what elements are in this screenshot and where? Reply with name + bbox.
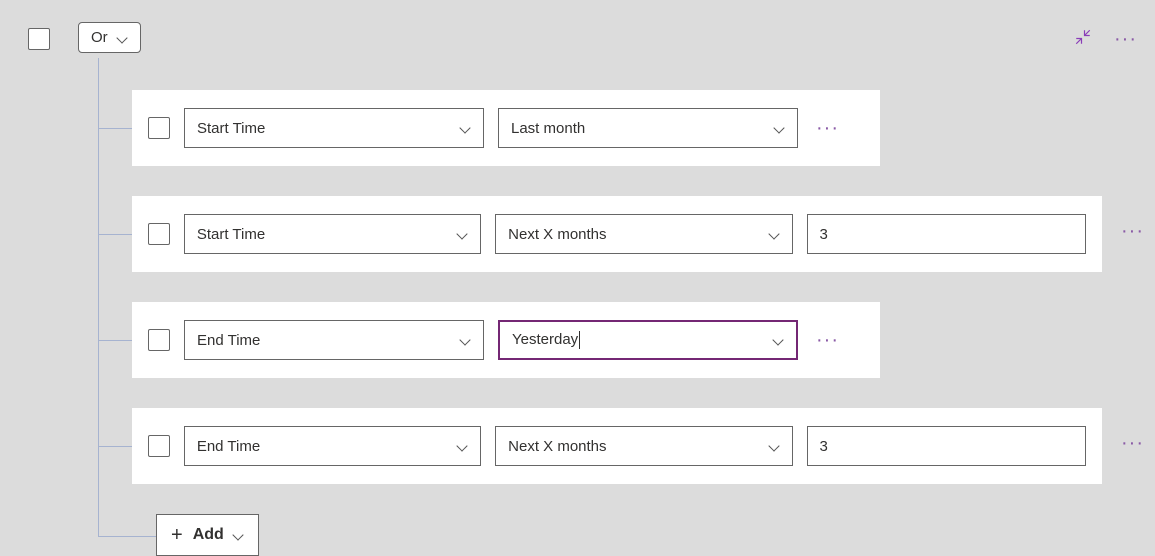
filter-row: Start TimeNext X months··· [98,196,1102,272]
chevron-down-icon [774,335,784,345]
operator-dropdown-label: Next X months [508,226,606,243]
filter-row: Start Time Last month ··· [98,90,1102,166]
row-more-icon[interactable]: ··· [812,123,843,133]
plus-icon: + [171,525,183,545]
filter-row: End TimeNext X months··· [98,408,1102,484]
chevron-down-icon [775,123,785,133]
root-checkbox[interactable] [28,28,50,50]
filter-card: End Time Yesterday ··· [132,302,880,378]
tree-connector-horizontal [98,234,132,235]
row-checkbox[interactable] [148,435,170,457]
row-more-icon[interactable]: ··· [1117,438,1148,448]
add-button-label: Add [193,526,224,544]
filter-card: End Time Next X months [132,408,1102,484]
chevron-down-icon [234,530,244,540]
operator-dropdown[interactable]: Last month [498,108,798,148]
field-dropdown[interactable]: Start Time [184,214,481,254]
chevron-down-icon [770,441,780,451]
field-dropdown-label: End Time [197,438,260,455]
text-cursor [579,331,580,349]
row-more-icon[interactable]: ··· [1117,226,1148,236]
root-more-icon[interactable]: ··· [1114,34,1137,44]
tree-connector-horizontal [98,536,156,537]
row-checkbox[interactable] [148,329,170,351]
chevron-down-icon [118,33,128,43]
tree-connector-horizontal [98,128,132,129]
row-more-icon[interactable]: ··· [812,335,843,345]
tree-connector-horizontal [98,446,132,447]
field-dropdown[interactable]: End Time [184,320,484,360]
operator-dropdown-label: Yesterday [512,331,580,349]
chevron-down-icon [461,123,471,133]
collapse-icon[interactable] [1074,28,1092,50]
value-input[interactable] [807,426,1087,466]
filter-card: Start Time Next X months [132,196,1102,272]
operator-dropdown-label: Next X months [508,438,606,455]
filter-row: End Time Yesterday ··· [98,302,1102,378]
root-logic-dropdown[interactable]: Or [78,22,141,53]
chevron-down-icon [458,229,468,239]
root-logic-label: Or [91,29,108,46]
operator-dropdown[interactable]: Yesterday [498,320,798,360]
tree-connector-horizontal [98,340,132,341]
field-dropdown-label: Start Time [197,226,265,243]
chevron-down-icon [461,335,471,345]
field-dropdown[interactable]: End Time [184,426,481,466]
operator-dropdown[interactable]: Next X months [495,426,792,466]
chevron-down-icon [770,229,780,239]
operator-dropdown[interactable]: Next X months [495,214,792,254]
value-input[interactable] [807,214,1087,254]
operator-dropdown-label: Last month [511,120,585,137]
chevron-down-icon [458,441,468,451]
field-dropdown-label: End Time [197,332,260,349]
filter-card: Start Time Last month ··· [132,90,880,166]
row-checkbox[interactable] [148,223,170,245]
row-checkbox[interactable] [148,117,170,139]
field-dropdown-label: Start Time [197,120,265,137]
field-dropdown[interactable]: Start Time [184,108,484,148]
